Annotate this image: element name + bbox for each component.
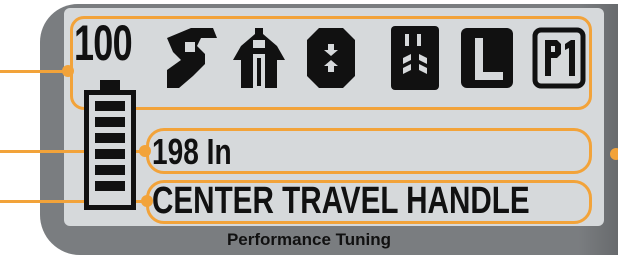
- battery-bar: [95, 101, 125, 111]
- battery-percentage: 100: [74, 15, 133, 71]
- battery-bar: [95, 181, 125, 191]
- leader-dot-right: [610, 148, 618, 160]
- battery-bar: [95, 117, 125, 127]
- mode-label: CENTER TRAVEL HANDLE: [152, 180, 530, 222]
- distance-readout: 198 In: [152, 131, 232, 172]
- caliper-icon[interactable]: [228, 24, 290, 92]
- roller-icon[interactable]: [300, 24, 362, 92]
- battery-bar: [95, 133, 125, 143]
- corner-icon[interactable]: [456, 24, 518, 92]
- leader-line-top: [0, 70, 66, 73]
- battery-body: [84, 90, 136, 210]
- battery-bar: [95, 165, 125, 175]
- p1-icon[interactable]: [528, 24, 590, 92]
- footer-label: Performance Tuning: [226, 230, 392, 249]
- battery-bar: [95, 149, 125, 159]
- wrench-icon[interactable]: [160, 24, 222, 92]
- battery-icon: [80, 80, 140, 210]
- spring-icon[interactable]: [384, 24, 446, 92]
